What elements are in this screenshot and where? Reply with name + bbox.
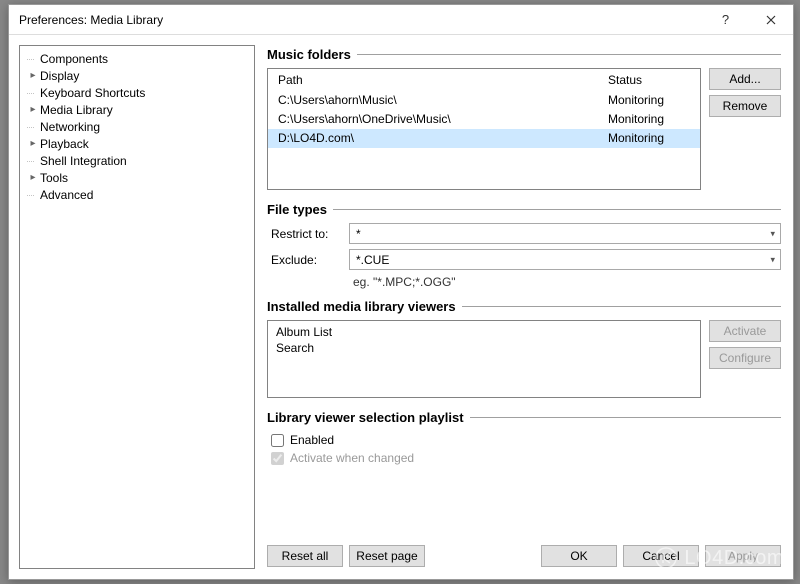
list-rows: C:\Users\ahorn\Music\ Monitoring C:\User…	[268, 91, 700, 189]
help-button[interactable]: ?	[703, 5, 748, 35]
row-path: D:\LO4D.com\	[278, 130, 608, 147]
divider	[333, 209, 781, 210]
table-row[interactable]: C:\Users\ahorn\Music\ Monitoring	[268, 91, 700, 110]
row-status: Monitoring	[608, 111, 690, 128]
restrict-input-wrap: ▾	[349, 223, 781, 244]
tree-item-label: Tools	[40, 171, 68, 185]
tree-item-label: Display	[40, 69, 79, 83]
tree-leaf-icon: ····	[26, 190, 40, 200]
row-status: Monitoring	[608, 130, 690, 147]
list-item[interactable]: Search	[276, 340, 692, 356]
row-path: C:\Users\ahorn\OneDrive\Music\	[278, 111, 608, 128]
music-folders-header: Music folders	[267, 47, 781, 62]
footer-left: Reset all Reset page	[267, 545, 425, 567]
footer: Reset all Reset page OK Cancel Apply	[267, 537, 781, 569]
tree-item-playback[interactable]: ▸Playback	[20, 135, 254, 152]
group-title: File types	[267, 202, 333, 217]
restrict-row: Restrict to: ▾	[267, 223, 781, 244]
list-item[interactable]: Album List	[276, 324, 692, 340]
viewers-list[interactable]: Album List Search	[267, 320, 701, 398]
chevron-right-icon[interactable]: ▸	[26, 71, 40, 81]
tree-item-tools[interactable]: ▸Tools	[20, 169, 254, 186]
ok-button[interactable]: OK	[541, 545, 617, 567]
row-path: C:\Users\ahorn\Music\	[278, 92, 608, 109]
list-header: Path Status	[268, 69, 700, 91]
footer-right: OK Cancel Apply	[541, 545, 781, 567]
tree-leaf-icon: ····	[26, 88, 40, 98]
music-folders-list[interactable]: Path Status C:\Users\ahorn\Music\ Monito…	[267, 68, 701, 190]
activate-when-changed-label: Activate when changed	[290, 451, 414, 465]
apply-button[interactable]: Apply	[705, 545, 781, 567]
chevron-right-icon[interactable]: ▸	[26, 105, 40, 115]
enabled-row: Enabled	[267, 431, 781, 449]
chevron-right-icon[interactable]: ▸	[26, 139, 40, 149]
music-folders-section: Path Status C:\Users\ahorn\Music\ Monito…	[267, 68, 781, 190]
enabled-checkbox[interactable]	[271, 434, 284, 447]
tree-item-advanced[interactable]: ····Advanced	[20, 186, 254, 203]
file-types-hint: eg. "*.MPC;*.OGG"	[267, 275, 781, 289]
close-button[interactable]	[748, 5, 793, 35]
viewers-section: Album List Search Activate Configure	[267, 320, 781, 398]
exclude-input-wrap: ▾	[349, 249, 781, 270]
tree-leaf-icon: ····	[26, 122, 40, 132]
enabled-label: Enabled	[290, 433, 334, 447]
exclude-label: Exclude:	[267, 253, 349, 267]
divider	[462, 306, 781, 307]
tree-item-keyboard-shortcuts[interactable]: ····Keyboard Shortcuts	[20, 84, 254, 101]
remove-button[interactable]: Remove	[709, 95, 781, 117]
restrict-input[interactable]	[349, 223, 781, 244]
file-types-header: File types	[267, 202, 781, 217]
main-panel: Music folders Path Status C:\Users\ahorn…	[267, 45, 781, 569]
column-path[interactable]: Path	[278, 73, 608, 87]
tree-item-label: Playback	[40, 137, 89, 151]
add-button[interactable]: Add...	[709, 68, 781, 90]
tree-item-media-library[interactable]: ▸Media Library	[20, 101, 254, 118]
preferences-window: Preferences: Media Library ? ····Compone…	[8, 4, 794, 580]
exclude-row: Exclude: ▾	[267, 249, 781, 270]
reset-all-button[interactable]: Reset all	[267, 545, 343, 567]
activate-button[interactable]: Activate	[709, 320, 781, 342]
row-status: Monitoring	[608, 92, 690, 109]
viewers-header: Installed media library viewers	[267, 299, 781, 314]
exclude-input[interactable]	[349, 249, 781, 270]
tree-item-label: Keyboard Shortcuts	[40, 86, 145, 100]
tree-item-label: Advanced	[40, 188, 93, 202]
tree-item-label: Networking	[40, 120, 100, 134]
playlist-header: Library viewer selection playlist	[267, 410, 781, 425]
column-status[interactable]: Status	[608, 73, 690, 87]
table-row[interactable]: C:\Users\ahorn\OneDrive\Music\ Monitorin…	[268, 110, 700, 129]
restrict-label: Restrict to:	[267, 227, 349, 241]
tree-item-display[interactable]: ▸Display	[20, 67, 254, 84]
tree-item-label: Components	[40, 52, 108, 66]
activate-when-changed-checkbox	[271, 452, 284, 465]
category-tree[interactable]: ····Components ▸Display ····Keyboard Sho…	[19, 45, 255, 569]
configure-button[interactable]: Configure	[709, 347, 781, 369]
group-title: Music folders	[267, 47, 357, 62]
tree-item-components[interactable]: ····Components	[20, 50, 254, 67]
dialog-body: ····Components ▸Display ····Keyboard Sho…	[9, 35, 793, 579]
titlebar: Preferences: Media Library ?	[9, 5, 793, 35]
tree-leaf-icon: ····	[26, 156, 40, 166]
reset-page-button[interactable]: Reset page	[349, 545, 425, 567]
tree-item-label: Shell Integration	[40, 154, 127, 168]
divider	[470, 417, 781, 418]
divider	[357, 54, 781, 55]
chevron-right-icon[interactable]: ▸	[26, 173, 40, 183]
folder-buttons: Add... Remove	[709, 68, 781, 190]
table-row[interactable]: D:\LO4D.com\ Monitoring	[268, 129, 700, 148]
close-icon	[766, 15, 776, 25]
tree-item-label: Media Library	[40, 103, 113, 117]
group-title: Installed media library viewers	[267, 299, 462, 314]
cancel-button[interactable]: Cancel	[623, 545, 699, 567]
tree-item-shell-integration[interactable]: ····Shell Integration	[20, 152, 254, 169]
group-title: Library viewer selection playlist	[267, 410, 470, 425]
tree-leaf-icon: ····	[26, 54, 40, 64]
window-title: Preferences: Media Library	[19, 13, 703, 27]
tree-item-networking[interactable]: ····Networking	[20, 118, 254, 135]
activate-when-changed-row: Activate when changed	[267, 449, 781, 467]
viewer-buttons: Activate Configure	[709, 320, 781, 398]
